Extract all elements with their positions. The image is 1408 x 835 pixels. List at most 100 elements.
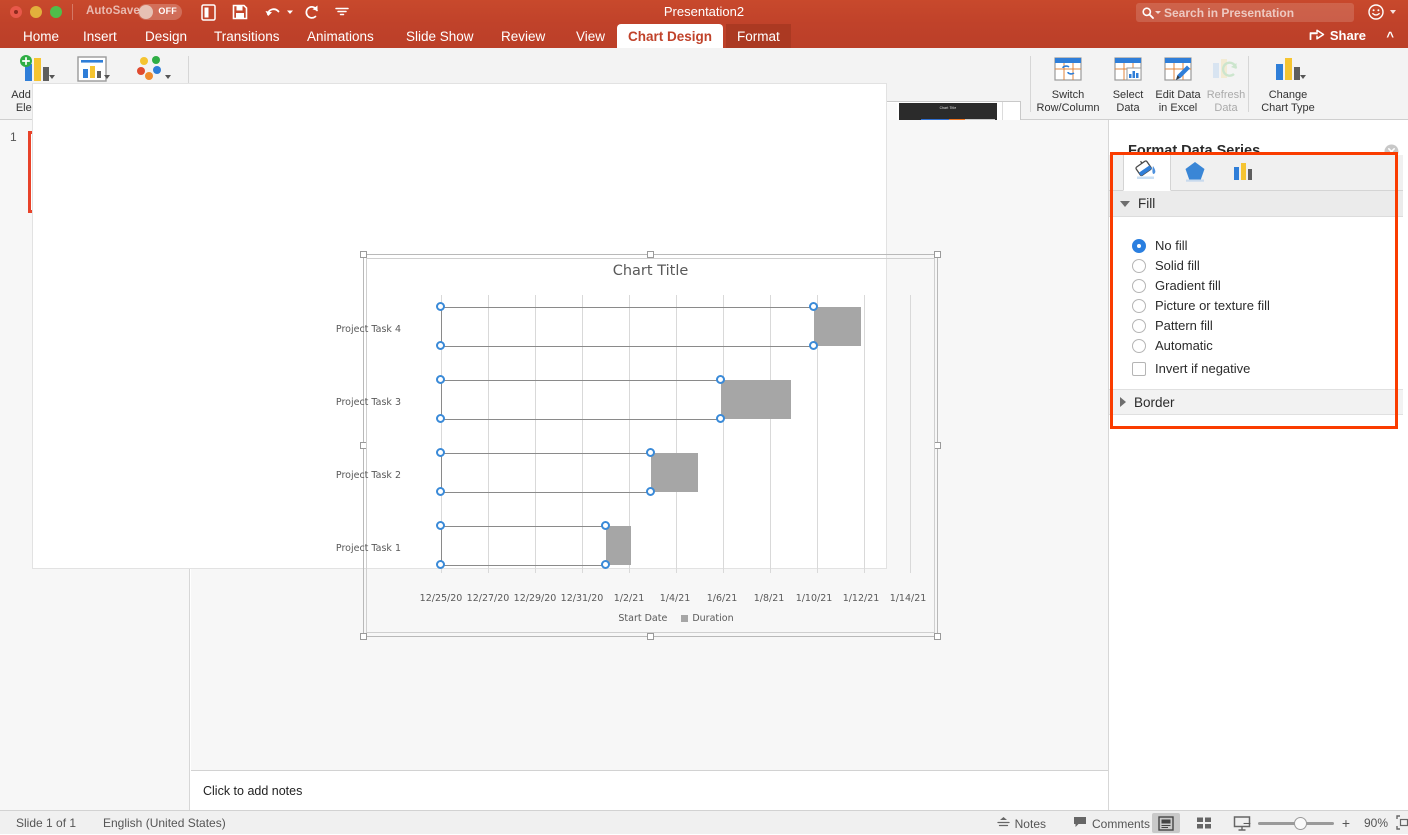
series-handle[interactable]	[809, 341, 818, 350]
tab-animations[interactable]: Animations	[296, 24, 385, 48]
zoom-in-button[interactable]: +	[1342, 815, 1350, 831]
status-bar: Slide 1 of 1 English (United States) Not…	[0, 810, 1408, 834]
resize-handle-sw[interactable]	[360, 633, 367, 640]
start-bar-bottom-edge-task3	[441, 419, 721, 420]
collapse-ribbon-button[interactable]: ^	[1386, 29, 1394, 44]
view-slide-sorter-button[interactable]	[1190, 813, 1218, 833]
resize-handle-ne[interactable]	[934, 251, 941, 258]
y-axis-label-task4: Project Task 4	[311, 324, 401, 335]
zoom-slider-knob[interactable]	[1294, 817, 1307, 830]
series-handle[interactable]	[646, 448, 655, 457]
legend-item-start-date[interactable]: Start Date	[618, 613, 667, 624]
tab-chart-design[interactable]: Chart Design	[617, 24, 723, 48]
tab-home[interactable]: Home	[12, 24, 70, 48]
tab-slide-show[interactable]: Slide Show	[395, 24, 485, 48]
change-chart-type-icon	[1272, 50, 1304, 88]
series-handle[interactable]	[436, 375, 445, 384]
divider	[1248, 56, 1249, 112]
notes-label: Notes	[1015, 817, 1046, 831]
notes-pane[interactable]: Click to add notes	[191, 770, 1108, 810]
view-normal-button[interactable]	[1152, 813, 1180, 833]
chevron-down-icon[interactable]	[104, 75, 110, 79]
resize-handle-se[interactable]	[934, 633, 941, 640]
search-dropdown-caret[interactable]	[1155, 11, 1161, 14]
chevron-down-icon[interactable]	[49, 75, 55, 79]
resize-handle-nw[interactable]	[360, 251, 367, 258]
start-bar-top-edge-task3	[441, 380, 721, 381]
series-handle[interactable]	[646, 487, 655, 496]
share-button[interactable]: Share	[1309, 27, 1366, 44]
series-handle[interactable]	[436, 487, 445, 496]
zoom-level-label: 90%	[1364, 816, 1388, 830]
fit-slide-to-window-button[interactable]	[1396, 815, 1408, 835]
tab-review[interactable]: Review	[490, 24, 556, 48]
comments-button[interactable]: Comments	[1073, 816, 1150, 831]
notes-button[interactable]: Notes	[997, 816, 1046, 831]
gridline	[864, 295, 865, 573]
search-input[interactable]	[1164, 3, 1348, 22]
series-handle[interactable]	[601, 560, 610, 569]
series-handle[interactable]	[716, 375, 725, 384]
switch-row-column-button[interactable]: Switch Row/Column	[1038, 50, 1098, 118]
change-chart-type-label: Change Chart Type	[1251, 89, 1325, 114]
gridline	[582, 295, 583, 573]
chevron-down-icon[interactable]	[165, 75, 171, 79]
add-chart-element-icon	[19, 50, 53, 88]
legend-item-duration[interactable]: Duration	[681, 613, 733, 624]
gridline	[770, 295, 771, 573]
series-handle[interactable]	[436, 341, 445, 350]
series-handle[interactable]	[436, 414, 445, 423]
start-bar-top-edge-task4	[441, 307, 814, 308]
x-axis-tick-10: 1/14/21	[878, 593, 938, 604]
duration-bar-task2[interactable]	[651, 453, 698, 492]
ribbon-tab-strip: Home Insert Design Transitions Animation…	[0, 24, 1408, 48]
chart-title[interactable]: Chart Title	[363, 263, 938, 279]
chart-legend[interactable]: Start Date Duration	[441, 613, 911, 624]
y-axis-label-task2: Project Task 2	[311, 470, 401, 481]
search-box[interactable]	[1136, 3, 1354, 22]
resize-handle-n[interactable]	[647, 251, 654, 258]
series-handle[interactable]	[601, 521, 610, 530]
series-handle[interactable]	[809, 302, 818, 311]
series-handle[interactable]	[436, 521, 445, 530]
series-handle[interactable]	[716, 414, 725, 423]
annotation-highlight-box	[1110, 152, 1398, 429]
tab-design[interactable]: Design	[134, 24, 198, 48]
select-data-icon	[1113, 50, 1143, 88]
gridline	[723, 295, 724, 573]
zoom-out-button[interactable]: −	[1243, 815, 1251, 831]
tab-insert[interactable]: Insert	[72, 24, 128, 48]
change-colors-icon	[135, 50, 169, 88]
series-handle[interactable]	[436, 560, 445, 569]
slide-sorter-icon	[1196, 816, 1212, 830]
search-icon	[1142, 6, 1154, 24]
account-smiley-icon[interactable]	[1368, 4, 1384, 25]
duration-bar-task1[interactable]	[606, 526, 631, 565]
y-axis-label-task1: Project Task 1	[311, 543, 401, 554]
series-handle[interactable]	[436, 448, 445, 457]
gridline	[535, 295, 536, 573]
start-bar-bottom-edge-task4	[441, 346, 814, 347]
switch-row-column-icon	[1052, 50, 1084, 88]
zoom-slider[interactable]	[1258, 822, 1334, 825]
legend-label-duration: Duration	[692, 613, 733, 624]
title-bar: AutoSave OFF Presentation2	[0, 0, 1408, 24]
series-handle[interactable]	[436, 302, 445, 311]
resize-handle-s[interactable]	[647, 633, 654, 640]
tab-transitions[interactable]: Transitions	[203, 24, 291, 48]
start-bar-top-edge-task1	[441, 526, 606, 527]
change-chart-type-button[interactable]: Change Chart Type	[1258, 50, 1318, 118]
duration-bar-task3[interactable]	[721, 380, 791, 419]
chart-plot-area[interactable]	[441, 295, 911, 573]
edit-data-in-excel-icon	[1163, 50, 1193, 88]
format-data-series-pane: Format Data Series	[1108, 120, 1408, 810]
tab-format[interactable]: Format	[726, 24, 791, 48]
start-bar-bottom-edge-task2	[441, 492, 651, 493]
tab-view[interactable]: View	[565, 24, 616, 48]
account-dropdown-caret[interactable]	[1390, 10, 1396, 14]
quick-layout-icon	[76, 50, 108, 88]
resize-handle-e[interactable]	[934, 442, 941, 449]
duration-bar-task4[interactable]	[814, 307, 861, 346]
chevron-down-icon[interactable]	[1300, 75, 1306, 79]
legend-swatch-duration	[681, 615, 688, 622]
